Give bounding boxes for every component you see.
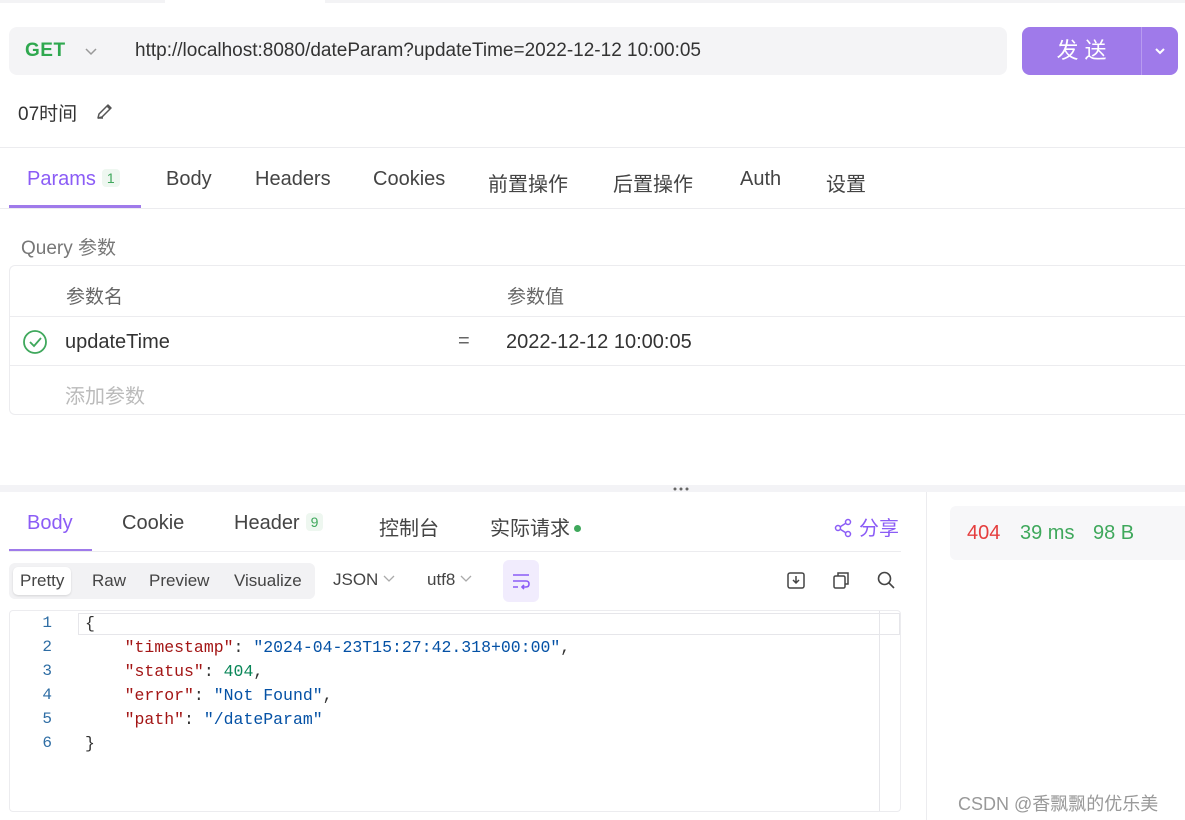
response-stats: 404 39 ms 98 B [950, 506, 1185, 560]
copy-icon[interactable] [831, 570, 851, 590]
response-tabs: Body Cookie Header 9 控制台 实际请求 分享 [9, 492, 901, 552]
response-tab-body[interactable]: Body [27, 512, 73, 535]
response-size: 98 B [1093, 522, 1135, 544]
code-line: { [85, 614, 95, 633]
chevron-down-icon [383, 575, 395, 582]
tab-pre-request[interactable]: 前置操作 [488, 168, 568, 197]
chevron-down-icon [460, 575, 472, 582]
url-input[interactable] [135, 38, 995, 64]
view-raw[interactable]: Raw [85, 567, 133, 595]
code-line: "path": "/dateParam" [124, 710, 323, 729]
row-divider [10, 316, 1185, 317]
code-line: "status": 404, [124, 662, 264, 681]
query-section-label: Query 参数 [21, 238, 117, 259]
response-body-viewer[interactable]: 1 2 3 4 5 6 { "timestamp": "2024-04-23T1… [9, 610, 901, 812]
response-tab-console[interactable]: 控制台 [379, 512, 439, 541]
line-number: 5 [42, 710, 52, 728]
tab-cookies[interactable]: Cookies [373, 168, 445, 191]
tab-params[interactable]: Params 1 [27, 168, 120, 191]
param-value-input[interactable]: 2022-12-12 10:00:05 [506, 331, 692, 354]
line-number: 1 [42, 614, 52, 632]
header-count-badge: 9 [305, 513, 324, 531]
line-number: 3 [42, 662, 52, 680]
status-code: 404 [967, 522, 1001, 544]
line-number: 6 [42, 734, 52, 752]
panel-resizer[interactable] [0, 485, 1185, 492]
query-param-table: 参数名 参数值 updateTime = 2022-12-12 10:00:05… [9, 265, 1185, 415]
share-icon [834, 518, 852, 538]
add-param-input[interactable]: 添加参数 [65, 380, 145, 409]
tab-body[interactable]: Body [166, 168, 212, 191]
word-wrap-button[interactable] [503, 560, 539, 602]
request-name: 07时间 [18, 104, 78, 125]
status-dot [574, 525, 581, 532]
request-tabs: Params 1 Body Headers Cookies 前置操作 后置操作 A… [9, 148, 1185, 208]
tab-headers[interactable]: Headers [255, 168, 331, 191]
line-number: 2 [42, 638, 52, 656]
param-key-input[interactable]: updateTime [65, 331, 170, 354]
code-line: "error": "Not Found", [124, 686, 333, 705]
response-tab-actual-request[interactable]: 实际请求 [490, 512, 581, 541]
param-equals: = [458, 330, 470, 352]
encoding-select[interactable]: utf8 [427, 570, 473, 590]
chevron-down-icon [1155, 48, 1165, 55]
response-tab-cookie[interactable]: Cookie [122, 512, 184, 535]
response-tab-header[interactable]: Header 9 [234, 512, 324, 535]
search-icon[interactable] [876, 570, 896, 590]
tab-auth[interactable]: Auth [740, 168, 781, 191]
view-visualize[interactable]: Visualize [227, 567, 309, 595]
send-options-button[interactable] [1141, 27, 1178, 75]
chevron-down-icon[interactable] [83, 43, 99, 59]
wrap-lines-icon [513, 574, 530, 590]
url-bar: GET [9, 27, 1007, 75]
divider [9, 551, 901, 552]
code-line: } [85, 734, 95, 753]
divider [0, 208, 1185, 209]
code-line: "timestamp": "2024-04-23T15:27:42.318+00… [124, 638, 571, 657]
row-divider [10, 365, 1185, 366]
view-preview[interactable]: Preview [142, 567, 216, 595]
watermark: CSDN @香飘飘的优乐美 [958, 794, 1159, 814]
line-number: 4 [42, 686, 52, 704]
format-select[interactable]: JSON [333, 570, 396, 590]
panel-separator [926, 492, 927, 820]
checked-circle-icon[interactable] [22, 329, 48, 355]
column-header-value: 参数值 [507, 287, 565, 308]
download-icon[interactable] [786, 570, 806, 590]
view-mode-switch: Pretty Raw Preview Visualize [9, 563, 315, 599]
share-button[interactable]: 分享 [833, 512, 899, 541]
view-pretty[interactable]: Pretty [13, 567, 72, 595]
method-select[interactable]: GET [25, 40, 66, 62]
current-line-highlight [78, 613, 900, 635]
column-header-name: 参数名 [66, 287, 124, 308]
response-time: 39 ms [1020, 522, 1075, 544]
params-count-badge: 1 [101, 169, 120, 187]
code-ruler [879, 611, 880, 811]
send-button[interactable]: 发送 [1022, 27, 1141, 75]
top-border [0, 0, 1185, 3]
tab-post-request[interactable]: 后置操作 [613, 168, 693, 197]
edit-icon[interactable] [95, 101, 115, 121]
tab-settings[interactable]: 设置 [826, 168, 866, 197]
